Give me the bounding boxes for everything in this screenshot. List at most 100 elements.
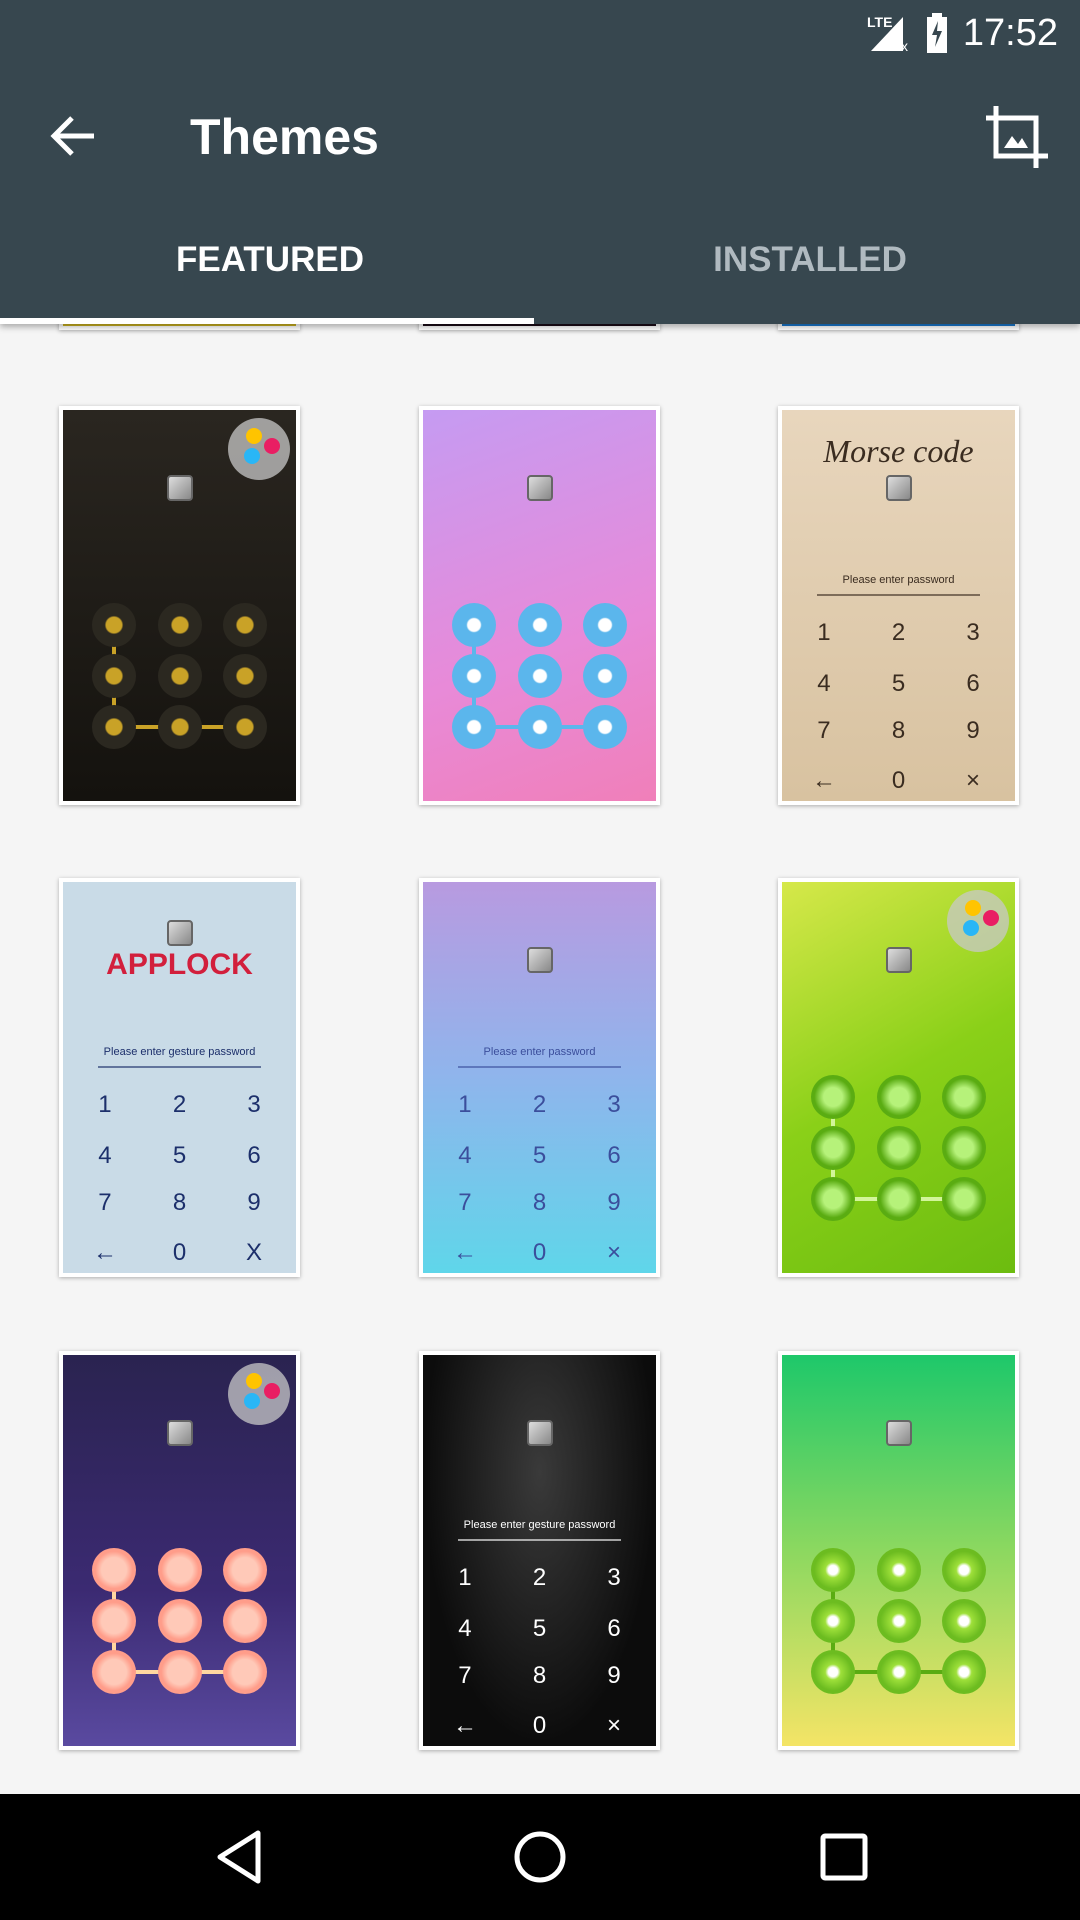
prompt-text: Please enter password <box>842 574 955 587</box>
keypad-key: 7 <box>458 1188 472 1216</box>
keypad-key: 0 <box>532 1712 547 1740</box>
keypad-key: 7 <box>817 716 831 744</box>
pattern-dot <box>92 653 137 698</box>
keypad-key: 4 <box>98 1141 112 1169</box>
keypad-key: 5 <box>532 1141 547 1169</box>
palette-dot <box>963 920 979 936</box>
pattern-dot <box>941 1598 986 1643</box>
theme-card[interactable] <box>59 406 300 805</box>
theme-card[interactable]: Please enter gesture password 1 2 3 4 5 6 7 8 9 ← 0… <box>419 1351 660 1750</box>
theme-preview: Morse code Please enter password 1 2 3 4 5 6 7 8 9… <box>782 410 1015 801</box>
theme-header-text: Morse code <box>823 433 974 470</box>
recents-square-icon[interactable] <box>814 1827 874 1887</box>
pattern-dot <box>941 1125 986 1170</box>
theme-card[interactable]: APPLOCK Please enter gesture password 1 2 3 4… <box>59 878 300 1277</box>
pattern-dot <box>582 704 627 749</box>
pattern-dot <box>222 1598 267 1643</box>
arrow-back-icon[interactable] <box>44 106 104 166</box>
pattern-dot <box>92 1548 137 1593</box>
pattern-dot <box>876 1125 921 1170</box>
theme-palette-icon[interactable] <box>947 890 1009 952</box>
pattern-dot <box>517 704 562 749</box>
keypad-key: ← <box>452 1239 477 1267</box>
page-title: Themes <box>190 109 379 165</box>
pattern-dot <box>876 1075 921 1120</box>
theme-palette-icon[interactable] <box>228 1363 290 1425</box>
pattern-dot <box>157 603 202 648</box>
app-lock-icon <box>885 1420 912 1447</box>
keypad-key: 9 <box>607 1188 621 1216</box>
theme-card[interactable] <box>59 1351 300 1750</box>
keypad-key: 9 <box>607 1661 621 1689</box>
pattern-dot <box>222 1548 267 1593</box>
keypad-key: 8 <box>891 716 906 744</box>
pattern-dot <box>811 1125 856 1170</box>
keypad-key: 7 <box>98 1188 112 1216</box>
keypad-key: X <box>246 1239 263 1267</box>
keypad-key: 8 <box>532 1661 547 1689</box>
prompt-text: Please enter gesture password <box>103 1046 256 1059</box>
back-triangle-icon[interactable] <box>210 1827 270 1887</box>
pattern-dot <box>811 1649 856 1694</box>
palette-dot <box>246 428 262 444</box>
theme-preview: Please enter password 1 2 3 4 5 6 7 8 9 ← 0 × <box>423 882 656 1273</box>
theme-card[interactable] <box>419 406 660 805</box>
keypad-key: 3 <box>966 618 980 646</box>
app-header: LTE x 17:52 Themes FEATURED INSTALLED <box>0 0 1080 324</box>
keypad-key: 3 <box>607 1563 621 1591</box>
pattern-dot <box>582 653 627 698</box>
theme-preview <box>63 1355 296 1746</box>
keypad-key: 2 <box>172 1090 187 1118</box>
prompt-underline <box>457 1538 622 1541</box>
pattern-dot <box>157 1598 202 1643</box>
app-lock-icon <box>166 919 193 946</box>
pattern-dot <box>811 1176 856 1221</box>
theme-palette-icon[interactable] <box>228 418 290 480</box>
theme-card[interactable]: Please enter password 1 2 3 4 5 6 7 8 9 ← 0 × <box>419 878 660 1277</box>
pattern-dot <box>941 1176 986 1221</box>
keypad-key: ← <box>452 1712 477 1740</box>
keypad-key: 0 <box>172 1239 187 1267</box>
keypad-key: ← <box>92 1239 117 1267</box>
pattern-dot <box>811 1548 856 1593</box>
theme-card[interactable] <box>778 878 1019 1277</box>
palette-dot <box>264 1383 280 1399</box>
pattern-dot <box>157 653 202 698</box>
pattern-dot <box>92 1649 137 1694</box>
keypad-key: 6 <box>966 669 980 697</box>
pattern-dot <box>452 653 497 698</box>
theme-preview <box>782 882 1015 1273</box>
keypad-key: 5 <box>172 1141 187 1169</box>
palette-dot <box>244 448 260 464</box>
prompt-underline <box>457 1065 622 1068</box>
keypad-key: 5 <box>891 669 906 697</box>
pattern-dot <box>222 1649 267 1694</box>
keypad-key: 3 <box>247 1090 261 1118</box>
theme-preview: APPLOCK Please enter gesture password 1 2 3 4… <box>63 882 296 1273</box>
keypad-key: 2 <box>532 1090 547 1118</box>
svg-text:LTE: LTE <box>867 14 892 30</box>
palette-dot <box>965 900 981 916</box>
pattern-dot <box>517 603 562 648</box>
keypad-key: 1 <box>458 1090 472 1118</box>
tab-installed[interactable]: INSTALLED <box>540 240 1080 300</box>
theme-card[interactable]: Morse code Please enter password 1 2 3 4 5 6 7 8 9… <box>778 406 1019 805</box>
pattern-dot <box>876 1548 921 1593</box>
pattern-dot <box>92 603 137 648</box>
battery-charging-icon <box>926 13 947 53</box>
theme-preview <box>423 410 656 801</box>
theme-preview <box>63 410 296 801</box>
home-circle-icon[interactable] <box>510 1827 570 1887</box>
pattern-dot <box>92 1598 137 1643</box>
palette-dot <box>983 910 999 926</box>
tab-featured[interactable]: FEATURED <box>0 240 540 300</box>
keypad-key: 5 <box>532 1614 547 1642</box>
pattern-dot <box>941 1075 986 1120</box>
prompt-text: Please enter gesture password <box>463 1519 616 1532</box>
app-lock-icon <box>526 947 553 974</box>
theme-card[interactable] <box>778 1351 1019 1750</box>
keypad-key: 3 <box>607 1090 621 1118</box>
keypad-key: 9 <box>247 1188 261 1216</box>
pattern-dot <box>222 653 267 698</box>
crop-image-icon[interactable] <box>982 102 1052 172</box>
